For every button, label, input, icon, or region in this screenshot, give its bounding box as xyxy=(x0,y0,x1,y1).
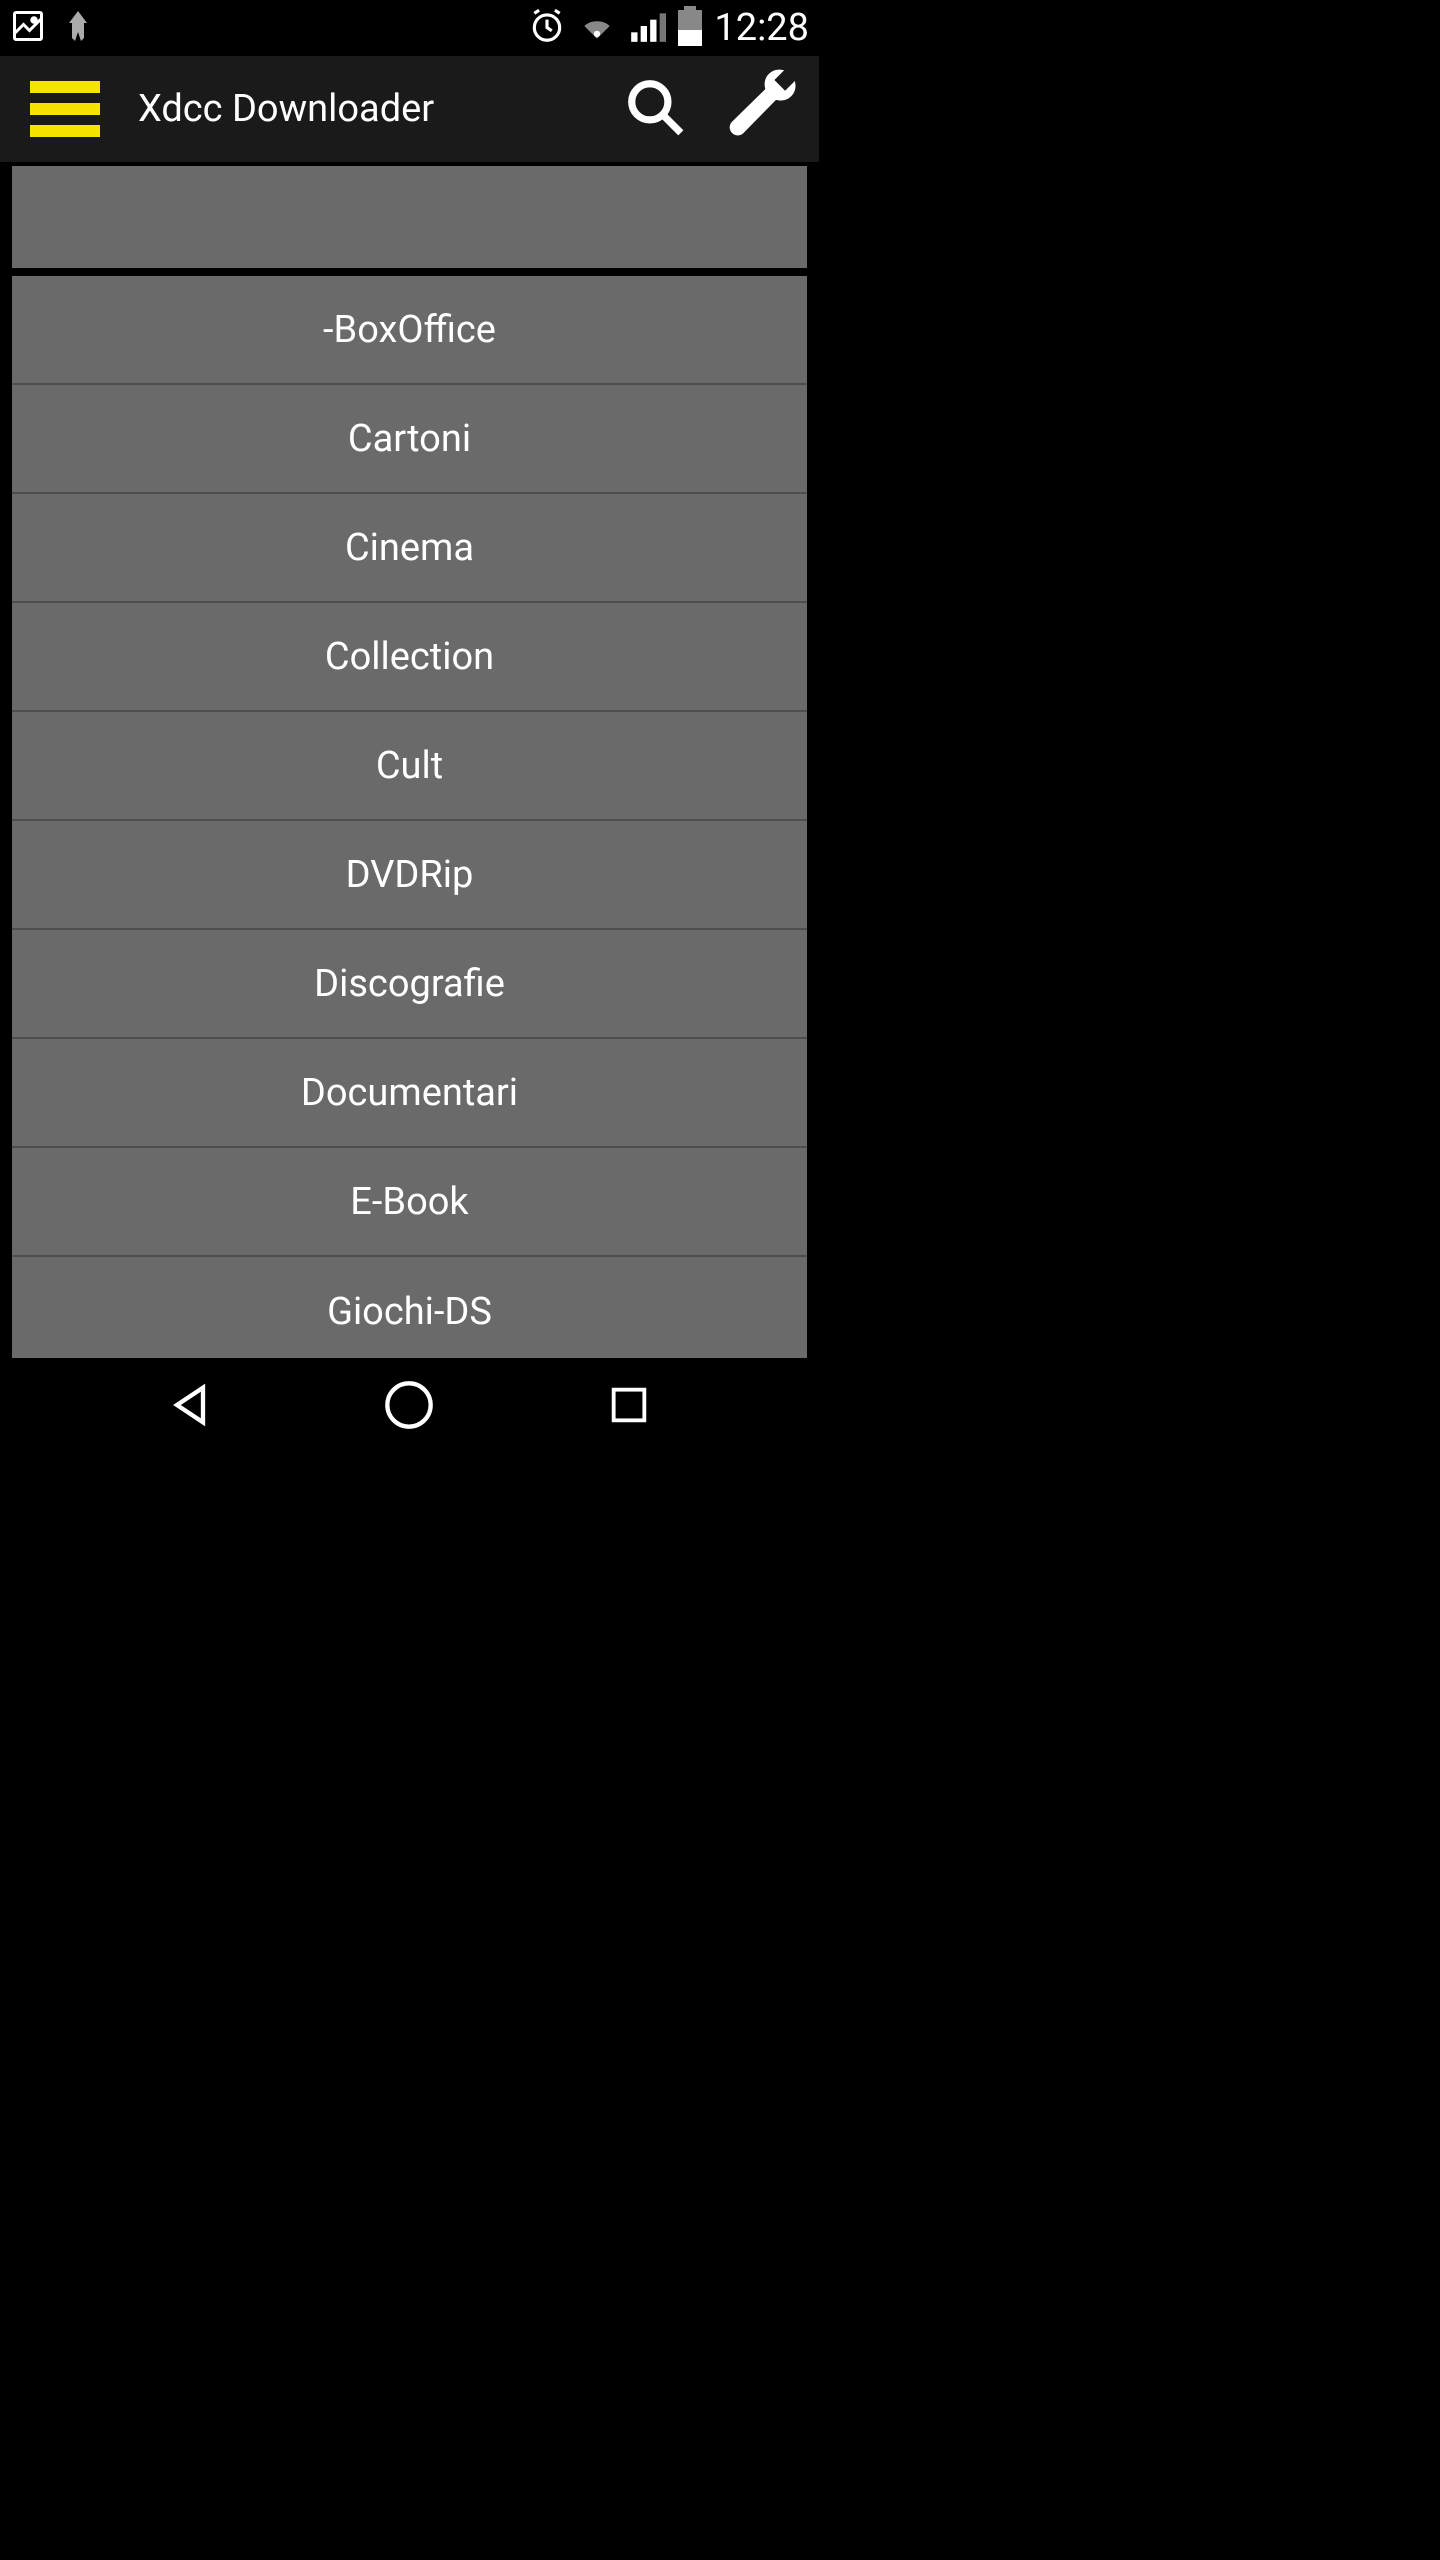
list-item-giochi-ds[interactable]: Giochi-DS xyxy=(12,1257,807,1358)
hamburger-line xyxy=(30,103,100,115)
list-item-label: Cinema xyxy=(345,526,474,570)
list-item-label: Giochi-DS xyxy=(327,1290,492,1334)
battery-icon xyxy=(678,6,702,50)
list-item-label: E-Book xyxy=(350,1180,468,1224)
recents-square-icon xyxy=(606,1382,652,1432)
list-item-cinema[interactable]: Cinema xyxy=(12,494,807,603)
search-button[interactable] xyxy=(619,73,691,145)
wrench-icon xyxy=(724,68,802,150)
list-item-empty[interactable] xyxy=(12,166,807,268)
list-item-ebook[interactable]: E-Book xyxy=(12,1148,807,1257)
navigation-bar xyxy=(0,1358,819,1456)
list-item-label: Documentari xyxy=(301,1071,518,1115)
list-item-discografie[interactable]: Discografie xyxy=(12,930,807,1039)
app-bar-actions xyxy=(619,73,799,145)
search-icon xyxy=(624,76,686,142)
list-item-label: Collection xyxy=(325,635,494,679)
recents-button[interactable] xyxy=(601,1379,657,1435)
category-list: -BoxOffice Cartoni Cinema Collection Cul… xyxy=(12,166,807,1358)
wifi-icon xyxy=(578,7,616,49)
list-item-collection[interactable]: Collection xyxy=(12,603,807,712)
app-bar: Xdcc Downloader xyxy=(0,56,819,162)
list-item-documentari[interactable]: Documentari xyxy=(12,1039,807,1148)
content-area: -BoxOffice Cartoni Cinema Collection Cul… xyxy=(0,162,819,1358)
home-button[interactable] xyxy=(381,1379,437,1435)
hamburger-line xyxy=(30,125,100,137)
list-item-label: -BoxOffice xyxy=(323,308,496,352)
menu-button[interactable] xyxy=(30,81,100,137)
image-icon xyxy=(10,8,46,48)
list-item-cartoni[interactable]: Cartoni xyxy=(12,385,807,494)
app-title: Xdcc Downloader xyxy=(138,87,434,131)
list-item-label: Cartoni xyxy=(348,417,471,461)
settings-button[interactable] xyxy=(727,73,799,145)
list-item-cult[interactable]: Cult xyxy=(12,712,807,821)
status-time: 12:28 xyxy=(714,6,809,50)
list-item-boxoffice[interactable]: -BoxOffice xyxy=(12,276,807,385)
list-item-dvdrip[interactable]: DVDRip xyxy=(12,821,807,930)
list-item-label: Discografie xyxy=(314,962,505,1006)
back-button[interactable] xyxy=(162,1379,218,1435)
signal-icon xyxy=(628,7,666,49)
hamburger-line xyxy=(30,81,100,93)
back-triangle-icon xyxy=(164,1379,216,1435)
status-right-icons: 12:28 xyxy=(528,6,809,50)
status-left-icons xyxy=(10,8,96,48)
list-item-label: Cult xyxy=(376,744,443,788)
home-circle-icon xyxy=(383,1379,435,1435)
status-bar: 12:28 xyxy=(0,0,819,56)
alarm-icon xyxy=(528,7,566,49)
list-item-label: DVDRip xyxy=(346,853,474,897)
screen: 12:28 Xdcc Downloader xyxy=(0,0,819,1456)
app-notification-icon xyxy=(60,8,96,48)
